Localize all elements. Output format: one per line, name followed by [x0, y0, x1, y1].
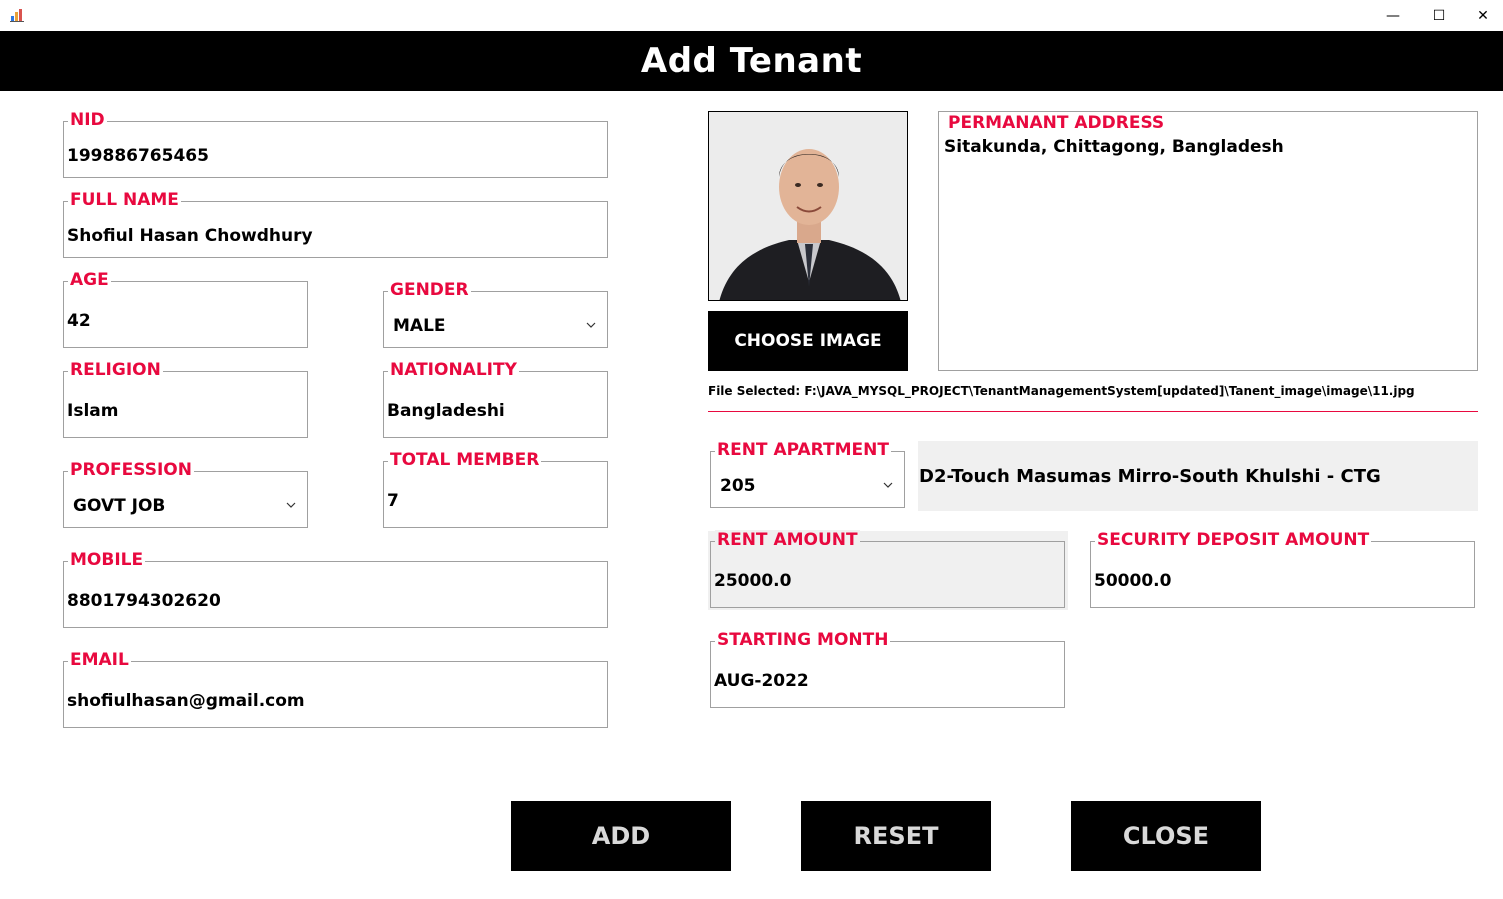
maximize-icon: ☐	[1432, 7, 1446, 24]
age-value: 42	[67, 311, 91, 331]
rent-amount-value: 25000.0	[714, 571, 792, 591]
permanent-address-label: PERMANANT ADDRESS	[946, 113, 1167, 133]
chevron-down-icon	[586, 322, 596, 328]
rent-apartment-label: RENT APARTMENT	[715, 440, 891, 460]
total-member-value: 7	[387, 491, 399, 511]
security-deposit-field[interactable]: SECURITY DEPOSIT AMOUNT 50000.0	[1090, 530, 1475, 608]
maximize-button[interactable]: ☐	[1416, 0, 1462, 31]
nid-field[interactable]: NID 199886765465	[63, 110, 608, 178]
file-selected-text: File Selected: F:\JAVA_MYSQL_PROJECT\Ten…	[708, 384, 1415, 398]
email-value: shofiulhasan@gmail.com	[67, 691, 305, 711]
email-field[interactable]: EMAIL shofiulhasan@gmail.com	[63, 650, 608, 728]
reset-button[interactable]: RESET	[801, 801, 991, 871]
nid-value: 199886765465	[67, 146, 209, 166]
starting-month-value: AUG-2022	[714, 671, 809, 691]
person-photo-icon	[709, 112, 907, 300]
chevron-down-icon	[883, 482, 893, 488]
page-header: Add Tenant	[0, 31, 1503, 91]
starting-month-label: STARTING MONTH	[715, 630, 891, 650]
full-name-value: Shofiul Hasan Chowdhury	[67, 226, 313, 246]
total-member-field[interactable]: TOTAL MEMBER 7	[383, 450, 608, 528]
profession-value: GOVT JOB	[73, 496, 166, 516]
mobile-label: MOBILE	[68, 550, 146, 570]
app-icon	[10, 9, 24, 22]
nationality-value: Bangladeshi	[387, 401, 505, 421]
chevron-down-icon	[286, 502, 296, 508]
full-name-label: FULL NAME	[68, 190, 181, 210]
close-window-button[interactable]: ✕	[1460, 0, 1503, 31]
security-deposit-value: 50000.0	[1094, 571, 1172, 591]
add-button[interactable]: ADD	[511, 801, 731, 871]
gender-label: GENDER	[388, 280, 471, 300]
rent-apartment-select[interactable]: RENT APARTMENT 205	[710, 440, 905, 508]
profession-select[interactable]: PROFESSION GOVT JOB	[63, 460, 308, 528]
divider	[708, 411, 1478, 412]
total-member-label: TOTAL MEMBER	[388, 450, 542, 470]
nationality-label: NATIONALITY	[388, 360, 519, 380]
religion-label: RELIGION	[68, 360, 163, 380]
permanent-address-value: Sitakunda, Chittagong, Bangladesh	[944, 137, 1284, 157]
age-field[interactable]: AGE 42	[63, 270, 308, 348]
age-label: AGE	[68, 270, 111, 290]
rent-amount-label: RENT AMOUNT	[715, 530, 860, 550]
starting-month-field[interactable]: STARTING MONTH AUG-2022	[710, 630, 1065, 708]
rent-apartment-value: 205	[720, 476, 756, 496]
apartment-name-display: D2-Touch Masumas Mirro-South Khulshi - C…	[918, 441, 1478, 511]
nid-label: NID	[68, 110, 107, 130]
minimize-icon: —	[1386, 7, 1400, 24]
gender-select[interactable]: GENDER MALE	[383, 280, 608, 348]
full-name-field[interactable]: FULL NAME Shofiul Hasan Chowdhury	[63, 190, 608, 258]
window-titlebar: — ☐ ✕	[0, 0, 1503, 32]
email-label: EMAIL	[68, 650, 131, 670]
nationality-field[interactable]: NATIONALITY Bangladeshi	[383, 360, 608, 438]
religion-field[interactable]: RELIGION Islam	[63, 360, 308, 438]
close-icon: ✕	[1477, 7, 1489, 24]
minimize-button[interactable]: —	[1370, 0, 1416, 31]
choose-image-button[interactable]: CHOOSE IMAGE	[708, 311, 908, 371]
tenant-photo	[708, 111, 908, 301]
security-deposit-label: SECURITY DEPOSIT AMOUNT	[1095, 530, 1372, 550]
rent-amount-field: RENT AMOUNT 25000.0	[710, 530, 1065, 608]
gender-value: MALE	[393, 316, 446, 336]
permanent-address-textarea[interactable]: PERMANANT ADDRESS Sitakunda, Chittagong,…	[938, 111, 1478, 371]
close-button[interactable]: CLOSE	[1071, 801, 1261, 871]
profession-label: PROFESSION	[68, 460, 194, 480]
religion-value: Islam	[67, 401, 119, 421]
page-title: Add Tenant	[640, 41, 863, 81]
mobile-value: 8801794302620	[67, 591, 221, 611]
mobile-field[interactable]: MOBILE 8801794302620	[63, 550, 608, 628]
